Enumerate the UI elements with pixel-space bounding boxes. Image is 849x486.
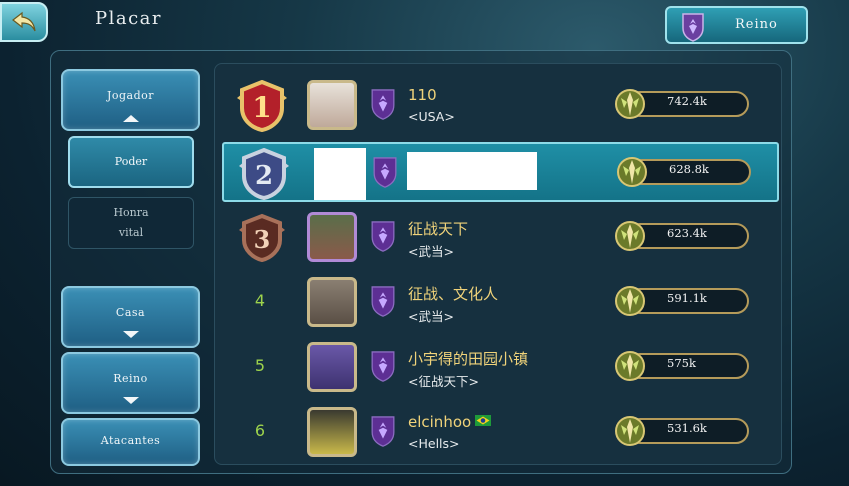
realm-button-label: Reino (735, 17, 778, 32)
power-value-text: 628.8k (669, 162, 709, 176)
avatar (307, 407, 357, 457)
player-name: elcinhoo (408, 413, 472, 431)
subtab-poder[interactable]: Poder (68, 136, 194, 188)
player-name: 110 (408, 86, 437, 104)
kingdom-shield-icon (371, 221, 395, 252)
tab-jogador-label: Jogador (106, 89, 155, 102)
player-guild: <武当> (408, 244, 454, 259)
leaderboard-row[interactable]: 1 110 <USA> 742.4k (215, 74, 783, 136)
page-title: Placar (95, 8, 163, 29)
power-emblem-icon (615, 416, 645, 446)
silver-rank-badge-icon: 2 (239, 148, 289, 200)
tab-reino[interactable]: Reino (61, 352, 200, 414)
brazil-flag-icon (475, 415, 492, 426)
rank-badge-text: 1 (252, 91, 271, 124)
player-guild: <Hells> (408, 436, 460, 451)
player-name: 征战、文化人 (408, 285, 499, 303)
tab-atacantes[interactable]: Atacantes (61, 418, 200, 466)
category-sidebar: Jogador Poder Honra vital Casa Reino Ata… (61, 61, 211, 471)
back-arrow-icon (12, 11, 36, 32)
avatar (307, 80, 357, 130)
leaderboard-panel: Jogador Poder Honra vital Casa Reino Ata… (50, 50, 792, 474)
player-name: 小宇得的田园小镇 (408, 350, 529, 368)
tab-atacantes-label: Atacantes (100, 434, 161, 447)
power-emblem-icon (615, 286, 645, 316)
power-value: 575k (615, 350, 750, 382)
rank-number: 6 (254, 421, 266, 440)
power-value: 628.8k (617, 156, 752, 188)
subtab-honra-label: Honra (113, 206, 149, 219)
gold-rank-badge-icon: 1 (237, 80, 287, 132)
rank-number: 4 (254, 291, 266, 310)
power-value: 742.4k (615, 88, 750, 120)
kingdom-shield-icon (371, 89, 395, 120)
tab-reino-label: Reino (113, 372, 148, 385)
player-guild: <USA> (408, 109, 455, 124)
kingdom-shield-icon (371, 286, 395, 317)
leaderboard-list: 1 110 <USA> 742.4k 2 628.8k 3 征战天下 <武当> … (214, 63, 782, 465)
tab-jogador[interactable]: Jogador (61, 69, 200, 131)
player-name-redacted (407, 152, 537, 190)
rank-badge-text: 2 (255, 161, 273, 191)
player-guild: <征战天下> (408, 374, 479, 389)
power-value: 531.6k (615, 415, 750, 447)
avatar (307, 212, 357, 262)
kingdom-shield-icon (371, 351, 395, 382)
player-guild: <武当> (408, 309, 454, 324)
kingdom-shield-icon (373, 157, 397, 188)
power-value-text: 575k (667, 356, 696, 370)
avatar (307, 277, 357, 327)
bronze-rank-badge-icon: 3 (239, 213, 285, 263)
leaderboard-row-current[interactable]: 2 628.8k (222, 142, 779, 202)
leaderboard-row[interactable]: 6 elcinhoo <Hells> 531.6k (215, 401, 783, 463)
subtab-poder-label: Poder (114, 155, 148, 168)
power-emblem-icon (615, 89, 645, 119)
player-name-with-flag: elcinhoo (408, 413, 492, 431)
kingdom-shield-icon (682, 13, 704, 42)
power-value-text: 742.4k (667, 94, 707, 108)
leaderboard-row[interactable]: 5 小宇得的田园小镇 <征战天下> 575k (215, 336, 783, 398)
power-value: 623.4k (615, 220, 750, 252)
rank-number: 5 (254, 356, 266, 375)
top-bar: Placar Reino (0, 0, 849, 44)
power-value-text: 531.6k (667, 421, 707, 435)
power-emblem-icon (617, 157, 647, 187)
power-value-text: 591.1k (667, 291, 707, 305)
chevron-down-icon (123, 397, 139, 404)
avatar-redacted (314, 148, 366, 200)
subtab-vital-label: vital (118, 226, 144, 239)
power-emblem-icon (615, 221, 645, 251)
realm-button[interactable]: Reino (665, 6, 808, 44)
player-name: 征战天下 (408, 220, 469, 238)
tab-casa-label: Casa (115, 306, 146, 319)
power-value: 591.1k (615, 285, 750, 317)
kingdom-shield-icon (371, 416, 395, 447)
chevron-down-icon (123, 331, 139, 338)
leaderboard-row[interactable]: 4 征战、文化人 <武当> 591.1k (215, 271, 783, 333)
back-button[interactable] (0, 2, 48, 42)
leaderboard-row[interactable]: 3 征战天下 <武当> 623.4k (215, 206, 783, 268)
subtab-honra-vital[interactable]: Honra vital (68, 197, 194, 249)
tab-casa[interactable]: Casa (61, 286, 200, 348)
power-emblem-icon (615, 351, 645, 381)
rank-badge-text: 3 (254, 225, 271, 254)
power-value-text: 623.4k (667, 226, 707, 240)
avatar (307, 342, 357, 392)
chevron-up-icon (123, 115, 139, 122)
